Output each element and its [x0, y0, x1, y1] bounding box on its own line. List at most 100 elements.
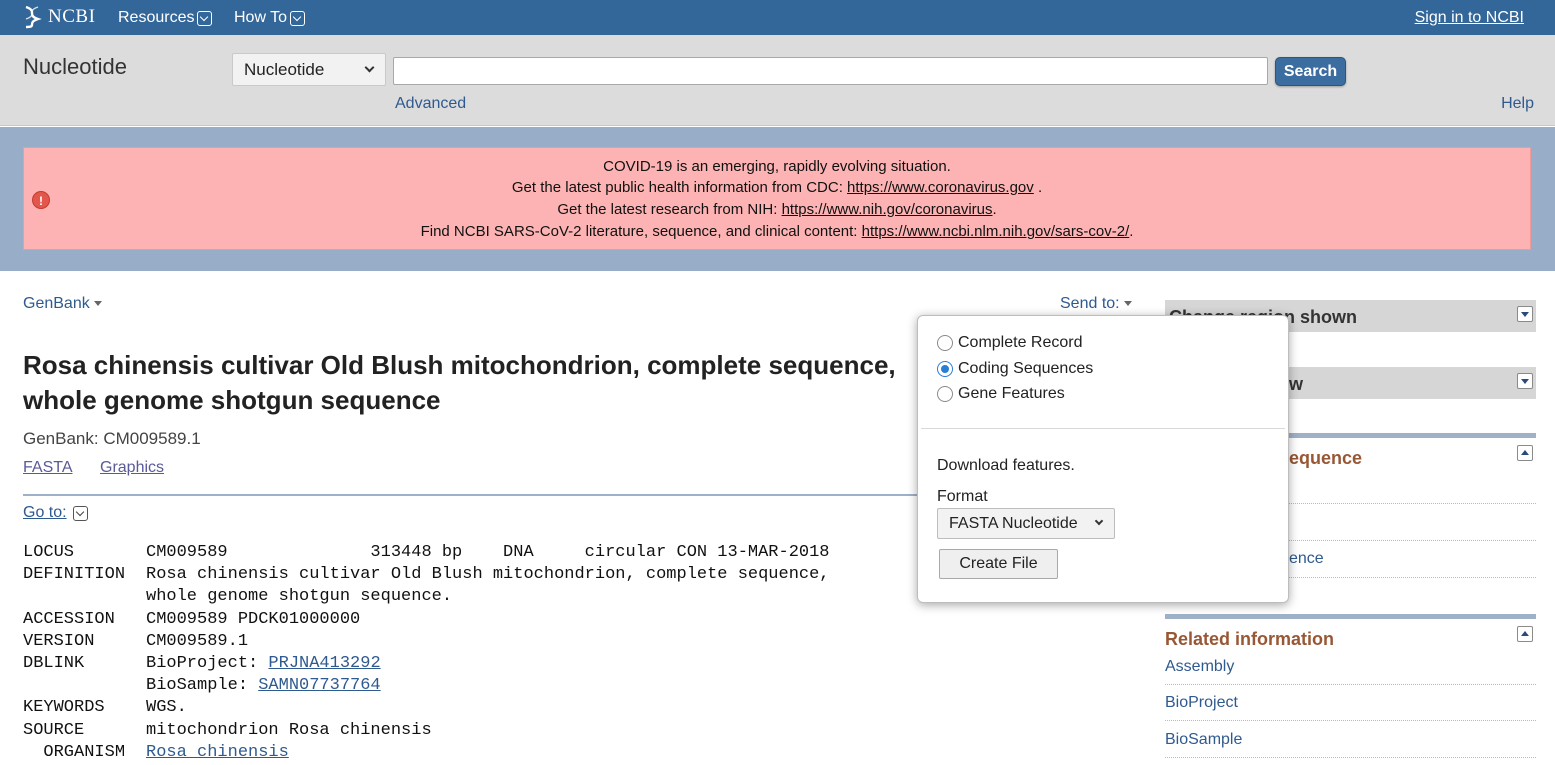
goto-menu[interactable]: Go to: — [23, 504, 88, 522]
field-value: CM009589.1 — [146, 631, 249, 651]
organism-row: ORGANISM Rosa chinensis — [23, 742, 830, 764]
chevron-down-icon — [364, 62, 375, 73]
chevron-down-icon — [1094, 516, 1104, 526]
database-select[interactable]: Nucleotide — [232, 53, 386, 86]
field-key: VERSION — [23, 631, 95, 651]
triangle-down-icon — [1123, 301, 1132, 307]
definition-row: DEFINITION Rosa chinensis cultivar Old Bl… — [23, 564, 830, 586]
format-menu[interactable]: GenBank — [23, 295, 102, 313]
nih-link[interactable]: https://www.nih.gov/coronavirus — [782, 201, 993, 218]
radio-button[interactable] — [937, 386, 953, 402]
chevron-down-icon — [290, 10, 306, 26]
field-value: WGS. — [146, 698, 187, 718]
database-select-value: Nucleotide — [244, 60, 325, 79]
resources-label: Resources — [118, 9, 195, 26]
accession-row: ACCESSION CM009589 PDCK01000000 — [23, 609, 830, 631]
option-complete-record[interactable]: Complete Record — [937, 334, 1083, 352]
related-link-assembly[interactable]: Assembly — [1165, 658, 1234, 676]
database-title: Nucleotide — [23, 54, 127, 79]
source-row: SOURCE mitochondrion Rosa chinensis — [23, 720, 830, 742]
alert-text: Find NCBI SARS-CoV-2 literature, sequenc… — [420, 223, 862, 240]
cdc-link[interactable]: https://www.coronavirus.gov — [847, 179, 1034, 196]
chevron-down-icon — [72, 505, 88, 521]
help-link[interactable]: Help — [1501, 95, 1534, 113]
howto-menu[interactable]: How To — [234, 9, 306, 27]
sign-in-link[interactable]: Sign in to NCBI — [1415, 9, 1524, 27]
ncbi-logo[interactable]: NCBI — [22, 5, 95, 29]
radio-button-selected[interactable] — [937, 361, 953, 377]
format-select[interactable]: FASTA Nucleotide — [937, 508, 1115, 539]
dblink-row: DBLINK BioProject: PRJNA413292 — [23, 653, 830, 675]
alert-line-4: Find NCBI SARS-CoV-2 literature, sequenc… — [24, 223, 1530, 240]
collapse-icon[interactable] — [1517, 445, 1533, 461]
alert-line-3: Get the latest research from NIH: https:… — [24, 201, 1530, 218]
biosample-label: BioSample: — [146, 676, 259, 696]
organism-link[interactable]: Rosa chinensis — [146, 743, 289, 762]
field-key: KEYWORDS — [23, 698, 105, 718]
keywords-row: KEYWORDS WGS. — [23, 697, 830, 719]
section-rule — [1165, 614, 1536, 619]
dblink-row-cont: BioSample: SAMN07737764 — [23, 675, 830, 697]
divider — [921, 428, 1285, 429]
format-select-value: FASTA Nucleotide — [949, 515, 1078, 532]
alert-line-2: Get the latest public health information… — [24, 179, 1530, 196]
field-key: DEFINITION — [23, 565, 126, 585]
separator — [1165, 684, 1536, 685]
analyze-sequence-heading: equence — [1289, 448, 1363, 468]
goto-label: Go to: — [23, 504, 67, 521]
triangle-down-icon — [93, 301, 102, 307]
record-title: Rosa chinensis cultivar Old Blush mitoch… — [23, 350, 896, 415]
field-key: DBLINK — [23, 654, 85, 674]
field-value: BioSample: SAMN07737764 — [146, 675, 381, 697]
field-value: CM009589 313448 bp DNA circular CON 13-M… — [146, 543, 830, 562]
biosample-link[interactable]: SAMN07737764 — [258, 676, 380, 695]
covid-alert: ! COVID-19 is an emerging, rapidly evolv… — [23, 147, 1531, 250]
download-features-text: Download features. — [937, 457, 1075, 474]
customize-view-label: w — [1289, 374, 1304, 394]
expand-icon[interactable] — [1517, 306, 1533, 322]
locus-row: LOCUS CM009589 313448 bp DNA circular CON… — [23, 542, 830, 564]
option-coding-sequences[interactable]: Coding Sequences — [937, 360, 1093, 378]
field-value: Rosa chinensis — [146, 742, 289, 764]
field-value: Rosa chinensis cultivar Old Blush mitoch… — [146, 565, 830, 585]
search-input[interactable] — [393, 57, 1268, 85]
ncbi-top-bar: NCBI Resources How To Sign in to NCBI — [0, 0, 1555, 35]
field-value: CM009589 PDCK01000000 — [146, 609, 361, 629]
radio-button[interactable] — [937, 335, 953, 351]
format-menu-label: GenBank — [23, 295, 90, 312]
analyze-link[interactable]: ence — [1289, 550, 1324, 568]
bioproject-link[interactable]: PRJNA413292 — [268, 654, 380, 673]
alert-text: Get the latest research from NIH: — [557, 201, 782, 218]
create-file-button[interactable]: Create File — [939, 549, 1058, 579]
search-button[interactable]: Search — [1275, 57, 1346, 86]
alert-text: . — [992, 201, 997, 218]
separator — [1165, 720, 1536, 721]
ncbi-logo-text: NCBI — [48, 6, 96, 27]
related-link-bioproject[interactable]: BioProject — [1165, 694, 1238, 712]
search-bar: Nucleotide Nucleotide Search Advanced He… — [0, 35, 1555, 126]
collapse-icon[interactable] — [1517, 626, 1533, 642]
expand-icon[interactable] — [1517, 373, 1533, 389]
resources-menu[interactable]: Resources — [118, 9, 213, 27]
fasta-link[interactable]: FASTA — [23, 459, 73, 477]
separator — [1165, 757, 1536, 758]
graphics-link[interactable]: Graphics — [100, 459, 164, 477]
option-gene-features[interactable]: Gene Features — [937, 385, 1065, 403]
send-to-label: Send to: — [1060, 295, 1120, 312]
alert-text: Get the latest public health information… — [511, 179, 848, 196]
option-label: Coding Sequences — [958, 360, 1094, 377]
howto-label: How To — [234, 9, 288, 26]
accession-line: GenBank: CM009589.1 — [23, 429, 201, 448]
alert-band: ! COVID-19 is an emerging, rapidly evolv… — [0, 127, 1555, 271]
field-key: LOCUS — [23, 543, 75, 562]
field-value: mitochondrion Rosa chinensis — [146, 720, 432, 740]
related-link-biosample[interactable]: BioSample — [1165, 731, 1242, 749]
send-to-popup: Complete Record Coding Sequences Gene Fe… — [917, 315, 1289, 603]
advanced-search-link[interactable]: Advanced — [395, 95, 466, 113]
send-to-menu[interactable]: Send to: — [1060, 295, 1132, 313]
format-label: Format — [937, 488, 988, 505]
genbank-flatfile: LOCUS CM009589 313448 bp DNA circular CON… — [23, 542, 830, 764]
sars-cov-2-link[interactable]: https://www.ncbi.nlm.nih.gov/sars-cov-2/ — [862, 223, 1130, 240]
bioproject-label: BioProject: — [146, 654, 269, 674]
field-key: ORGANISM — [23, 742, 126, 762]
